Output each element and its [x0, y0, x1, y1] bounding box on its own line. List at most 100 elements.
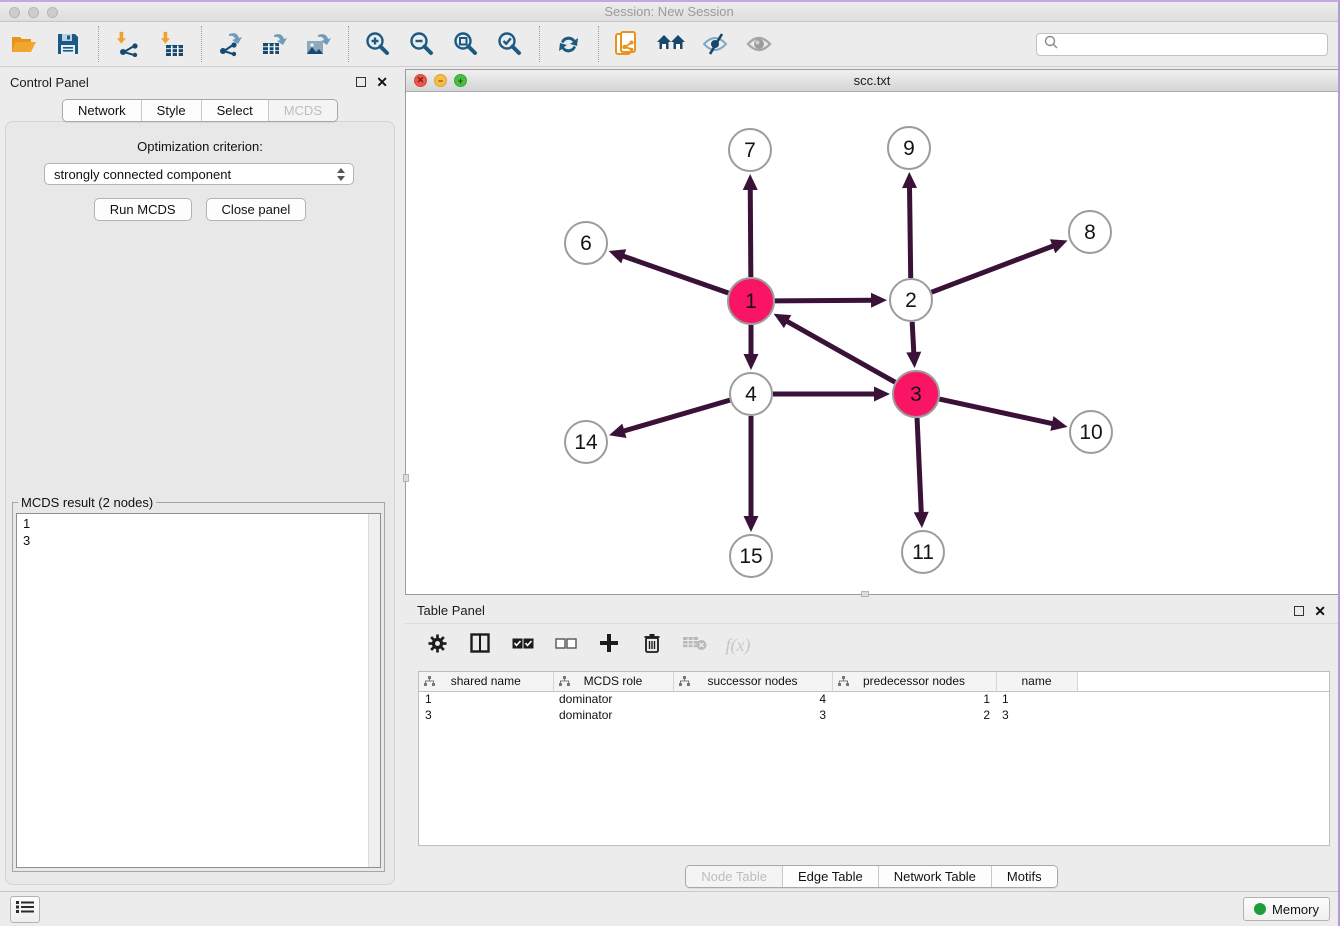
- table-settings-button[interactable]: [425, 634, 449, 658]
- cell-shared-name[interactable]: 3: [419, 707, 553, 723]
- graph-edge[interactable]: [912, 322, 914, 354]
- mcds-result-area[interactable]: 1 3: [16, 513, 381, 868]
- scrollbar[interactable]: [368, 514, 380, 867]
- zoom-fit-button[interactable]: [449, 28, 481, 60]
- tab-node-table[interactable]: Node Table: [686, 866, 782, 887]
- refresh-layout-button[interactable]: [552, 28, 584, 60]
- tab-style[interactable]: Style: [141, 100, 201, 121]
- close-panel-icon[interactable]: ✕: [1314, 606, 1326, 616]
- network-canvas[interactable]: 7968124314101511: [406, 92, 1338, 594]
- graph-edge-arrowhead: [609, 424, 626, 438]
- graph-edge[interactable]: [910, 186, 911, 278]
- window-minimize-button[interactable]: [28, 7, 39, 18]
- network-graph[interactable]: 7968124314101511: [406, 92, 1338, 594]
- table-panel-title: Table Panel: [417, 603, 485, 618]
- delete-entry-button[interactable]: [640, 634, 664, 658]
- window-zoom-button[interactable]: [47, 7, 58, 18]
- eye-icon: [746, 33, 772, 55]
- column-header-shared-name[interactable]: shared name: [419, 672, 553, 691]
- network-window-titlebar[interactable]: ✕ − + scc.txt: [406, 70, 1338, 92]
- network-window-title: scc.txt: [406, 70, 1338, 92]
- delete-table-button: [683, 634, 707, 658]
- memory-button[interactable]: Memory: [1243, 897, 1330, 921]
- graph-edge[interactable]: [622, 400, 729, 431]
- tab-network[interactable]: Network: [63, 100, 141, 121]
- cell-mcds-role[interactable]: dominator: [553, 707, 673, 723]
- graph-edge[interactable]: [917, 418, 921, 514]
- splitter-handle[interactable]: [861, 591, 869, 597]
- export-image-button[interactable]: [302, 28, 334, 60]
- refresh-icon: [556, 32, 581, 57]
- tab-select[interactable]: Select: [201, 100, 268, 121]
- float-panel-icon[interactable]: [1294, 606, 1304, 616]
- close-panel-icon[interactable]: ✕: [376, 77, 388, 87]
- table-row: 3 dominator 3 2 3: [419, 707, 1329, 723]
- run-mcds-button[interactable]: Run MCDS: [94, 198, 192, 221]
- graph-edge[interactable]: [786, 321, 895, 383]
- plus-icon: [599, 633, 619, 658]
- cell-name[interactable]: 3: [996, 707, 1077, 723]
- tab-network-table[interactable]: Network Table: [878, 866, 991, 887]
- column-header-name[interactable]: name: [996, 672, 1077, 691]
- cell-predecessor-nodes[interactable]: 1: [832, 691, 996, 707]
- select-all-icon: [512, 637, 534, 655]
- search-icon: [1043, 34, 1059, 55]
- network-maximize-button[interactable]: +: [454, 74, 467, 87]
- network-minimize-button[interactable]: −: [434, 74, 447, 87]
- hide-selected-button[interactable]: [699, 28, 731, 60]
- open-folder-icon: [11, 33, 37, 55]
- graph-edge-arrowhead: [744, 354, 759, 370]
- graph-edge[interactable]: [775, 300, 873, 301]
- search-input[interactable]: [1059, 34, 1327, 55]
- save-button[interactable]: [52, 28, 84, 60]
- export-table-button[interactable]: [258, 28, 290, 60]
- splitter-handle[interactable]: [403, 474, 409, 482]
- window-close-button[interactable]: [9, 7, 20, 18]
- graph-edge-arrowhead: [609, 249, 627, 263]
- ndex-homes-button[interactable]: [655, 28, 687, 60]
- tab-motifs[interactable]: Motifs: [991, 866, 1057, 887]
- show-columns-button[interactable]: [468, 634, 492, 658]
- column-header-mcds-role[interactable]: MCDS role: [553, 672, 673, 691]
- tab-mcds[interactable]: MCDS: [268, 100, 337, 121]
- graph-node-label: 9: [903, 137, 915, 160]
- network-window: ✕ − + scc.txt 7968124314101511: [405, 69, 1339, 595]
- cell-successor-nodes[interactable]: 3: [673, 707, 832, 723]
- cell-successor-nodes[interactable]: 4: [673, 691, 832, 707]
- zoom-in-button[interactable]: [361, 28, 393, 60]
- criterion-select[interactable]: strongly connected component: [44, 163, 354, 185]
- task-history-button[interactable]: [10, 896, 40, 923]
- export-network-button[interactable]: [214, 28, 246, 60]
- tab-edge-table[interactable]: Edge Table: [782, 866, 878, 887]
- network-close-button[interactable]: ✕: [414, 74, 427, 87]
- graph-edge-arrowhead: [743, 174, 758, 190]
- zoom-out-button[interactable]: [405, 28, 437, 60]
- graph-edge[interactable]: [750, 188, 751, 277]
- graph-edge[interactable]: [939, 399, 1053, 424]
- select-all-button[interactable]: [511, 634, 535, 658]
- cell-shared-name[interactable]: 1: [419, 691, 553, 707]
- duplicate-network-button[interactable]: [611, 28, 643, 60]
- import-network-button[interactable]: [111, 28, 143, 60]
- graph-edge[interactable]: [932, 245, 1055, 292]
- cell-name[interactable]: 1: [996, 691, 1077, 707]
- eye-slash-icon: [702, 33, 728, 55]
- deselect-all-button[interactable]: [554, 634, 578, 658]
- deselect-all-icon: [555, 637, 577, 655]
- houses-icon: [656, 33, 686, 55]
- column-header-successor-nodes[interactable]: successor nodes: [673, 672, 832, 691]
- search-box[interactable]: [1036, 33, 1328, 56]
- zoom-selected-button[interactable]: [493, 28, 525, 60]
- add-entry-button[interactable]: [597, 634, 621, 658]
- import-table-button[interactable]: [155, 28, 187, 60]
- cell-mcds-role[interactable]: dominator: [553, 691, 673, 707]
- column-header-predecessor-nodes[interactable]: predecessor nodes: [832, 672, 996, 691]
- close-panel-button[interactable]: Close panel: [206, 198, 307, 221]
- float-panel-icon[interactable]: [356, 77, 366, 87]
- list-icon: [16, 900, 34, 919]
- window-title: Session: New Session: [0, 2, 1338, 22]
- graph-edge[interactable]: [622, 256, 729, 293]
- open-folder-button[interactable]: [8, 28, 40, 60]
- cell-predecessor-nodes[interactable]: 2: [832, 707, 996, 723]
- toolbar-separator: [539, 26, 540, 62]
